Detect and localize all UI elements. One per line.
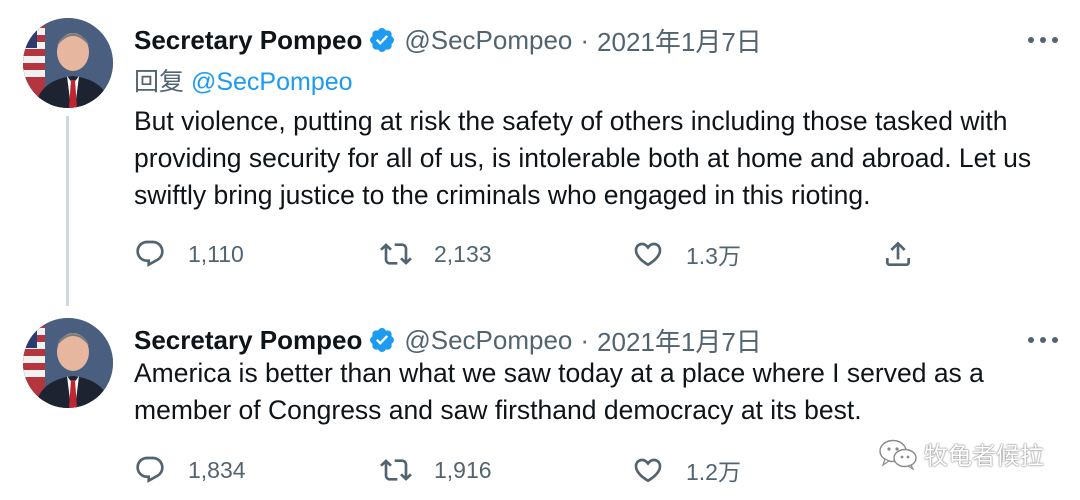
author-name[interactable]: Secretary Pompeo [134,325,362,356]
avatar[interactable] [23,18,113,108]
author-handle[interactable]: @SecPompeo [404,325,572,356]
like-count: 1.3万 [686,243,741,269]
tweet-text: America is better than what we saw today… [134,358,984,425]
watermark-text: 牧龟者候拉 [924,443,1044,470]
share-icon [886,241,910,266]
retweet-count: 2,133 [434,240,492,267]
retweet-button[interactable]: 1,916 [380,450,492,490]
like-icon [634,458,662,483]
like-count: 1.2万 [686,459,741,485]
share-button[interactable] [882,234,914,274]
tweet-date[interactable]: 2021年1月7日 [597,22,762,59]
watermark: 牧龟者候拉 [878,436,1044,471]
like-button[interactable]: 1.3万 [632,234,741,274]
header-separator: · [580,324,590,355]
like-icon [634,242,662,267]
reply-count: 1,110 [188,240,244,267]
reply-count: 1,834 [188,456,246,483]
retweet-icon [380,459,412,481]
reply-button[interactable]: 1,834 [134,450,246,490]
author-handle[interactable]: @SecPompeo [404,25,572,56]
header-separator: · [580,24,590,55]
verified-badge-icon [368,26,396,54]
author-name[interactable]: Secretary Pompeo [134,25,362,56]
tweet-actions: 1,834 1,916 1.2万 [134,450,924,490]
retweet-button[interactable]: 2,133 [380,234,492,274]
verified-badge-icon [368,326,396,354]
tweet-text: But violence, putting at risk the safety… [134,106,1032,210]
reply-mention-link[interactable]: @SecPompeo [191,68,353,96]
wechat-icon [879,439,917,470]
like-button[interactable]: 1.2万 [632,450,741,490]
reply-icon [136,456,164,483]
tweet[interactable]: Secretary Pompeo @SecPompeo · 2021年1月7日 … [0,0,1080,300]
tweet-header: Secretary Pompeo @SecPompeo · 2021年1月7日 [134,320,762,360]
avatar[interactable] [23,318,113,408]
tweet-header: Secretary Pompeo @SecPompeo · 2021年1月7日 [134,20,762,60]
more-icon[interactable] [1028,28,1058,52]
retweet-icon [380,243,412,265]
retweet-count: 1,916 [434,456,492,483]
reply-prefix: 回复 [134,68,185,96]
tweet-actions: 1,110 2,133 1.3万 [134,234,924,274]
more-icon[interactable] [1028,328,1058,352]
tweet-date[interactable]: 2021年1月7日 [597,322,762,359]
reply-icon [136,240,164,267]
reply-context: 回复 @SecPompeo [134,62,353,98]
reply-button[interactable]: 1,110 [134,234,244,274]
